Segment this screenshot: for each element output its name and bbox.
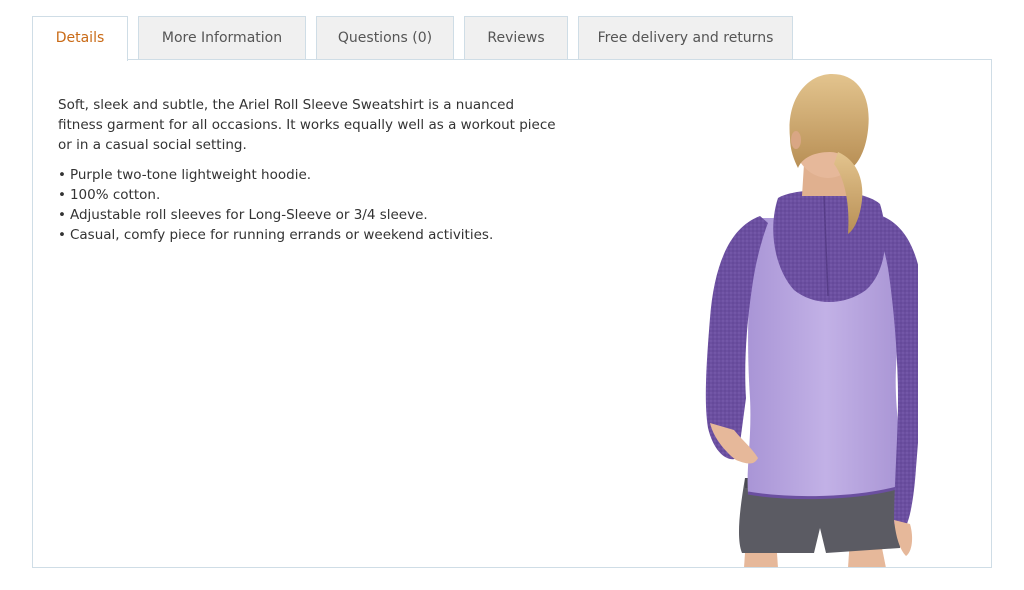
feature-text: Casual, comfy piece for running errands … xyxy=(69,227,494,243)
tab-free-delivery-and-returns[interactable]: Free delivery and returns xyxy=(578,16,793,59)
product-tabs: Details More Information Questions (0) R… xyxy=(0,0,1024,61)
feature-item: • Casual, comfy piece for running errands… xyxy=(58,227,494,243)
feature-text: 100% cotton. xyxy=(69,187,161,203)
product-photo xyxy=(705,74,918,567)
feature-list: • Purple two-tone lightweight hoodie. • 10… xyxy=(58,165,563,245)
tab-reviews[interactable]: Reviews xyxy=(464,16,568,59)
tab-questions[interactable]: Questions (0) xyxy=(316,16,454,59)
feature-item: • Purple two-tone lightweight hoodie. xyxy=(58,167,312,183)
product-description: Soft, sleek and subtle, the Ariel Roll S… xyxy=(58,95,563,245)
description-intro: Soft, sleek and subtle, the Ariel Roll S… xyxy=(58,97,556,153)
tab-details[interactable]: Details xyxy=(32,16,128,61)
feature-text: Purple two-tone lightweight hoodie. xyxy=(69,167,312,183)
details-panel: Soft, sleek and subtle, the Ariel Roll S… xyxy=(32,59,992,568)
feature-text: Adjustable roll sleeves for Long-Sleeve … xyxy=(69,207,428,223)
feature-item: • 100% cotton. xyxy=(58,187,161,203)
tab-more-information[interactable]: More Information xyxy=(138,16,306,59)
feature-item: • Adjustable roll sleeves for Long-Sleeve… xyxy=(58,207,428,223)
